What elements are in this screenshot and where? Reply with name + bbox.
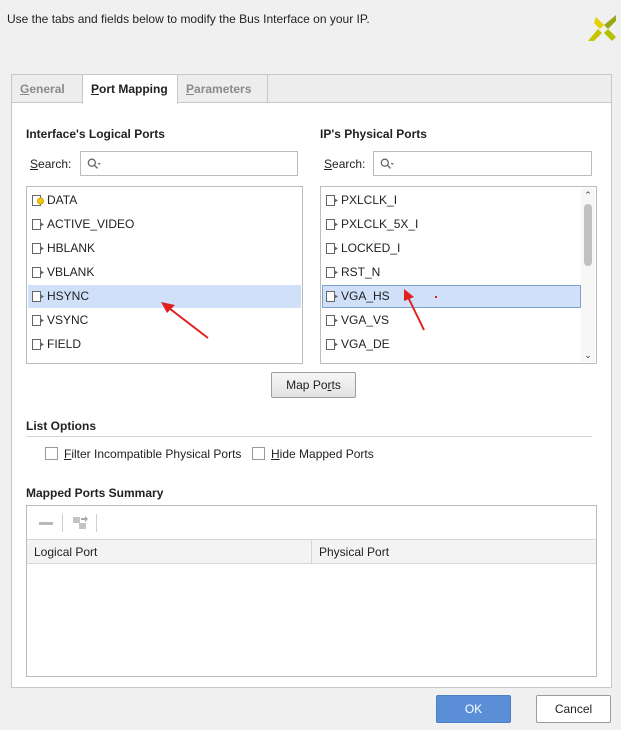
list-item[interactable]: VGA_DE	[323, 333, 578, 356]
list-item-label: ACTIVE_VIDEO	[47, 217, 135, 231]
search-icon	[87, 158, 101, 169]
list-item-label: HSYNC	[47, 289, 90, 303]
list-item[interactable]: PXLCLK_I	[323, 189, 578, 212]
column-header-logical[interactable]: Logical Port	[27, 540, 312, 564]
hide-label-text: ide Mapped Ports	[279, 447, 374, 461]
dialog-header: Use the tabs and fields below to modify …	[0, 0, 621, 56]
list-item-label: FIELD	[47, 337, 82, 351]
hide-mapped-label[interactable]: Hide Mapped Ports	[271, 447, 374, 461]
filter-incompatible-label[interactable]: Filter Incompatible Physical Ports	[64, 447, 241, 461]
tab-parameters-mnemonic: P	[186, 82, 195, 96]
tab-port-mapping[interactable]: Port Mapping	[82, 75, 178, 104]
ok-button[interactable]: OK	[436, 695, 511, 723]
physical-list-scrollbar[interactable]: ⌃ ⌄	[581, 188, 595, 362]
tab-port-mapping-label: ort Mapping	[99, 82, 168, 96]
tab-bar: General Port Mapping Parameters	[12, 75, 611, 104]
tab-panel: General Port Mapping Parameters Interfac…	[11, 74, 612, 688]
list-item[interactable]: VGA_VS	[323, 309, 578, 332]
list-item[interactable]: VBLANK	[29, 261, 300, 284]
list-item[interactable]: LOCKED_I	[323, 237, 578, 260]
hide-mapped-checkbox[interactable]	[252, 447, 265, 460]
list-item-label: DATA	[47, 193, 78, 207]
column-header-physical[interactable]: Physical Port	[312, 540, 596, 564]
physical-search-input[interactable]	[373, 151, 592, 176]
physical-search-label-text: earch:	[332, 157, 366, 171]
mapped-ports-table: Logical Port Physical Port	[26, 505, 597, 677]
toolbar-separator	[96, 514, 97, 532]
physical-search-mnemonic: S	[324, 157, 333, 171]
list-item[interactable]: VSYNC	[29, 309, 300, 332]
annotation-dot	[435, 296, 437, 298]
port-icon	[32, 315, 44, 326]
map-ports-button[interactable]: Map Ports	[271, 372, 356, 398]
list-options-title: List Options	[26, 419, 96, 433]
tab-parameters-label: arameters	[194, 82, 252, 96]
list-item-label: RST_N	[341, 265, 381, 279]
list-item-label: HBLANK	[47, 241, 96, 255]
tab-general-mnemonic: G	[20, 82, 30, 96]
list-item-label: VGA_HS	[341, 289, 390, 303]
list-item[interactable]: ACTIVE_VIDEO	[29, 213, 300, 236]
copy-mapping-icon[interactable]	[71, 515, 89, 531]
summary-toolbar	[27, 506, 596, 540]
port-icon	[326, 291, 338, 302]
port-icon	[326, 219, 338, 230]
list-item[interactable]: FIELD	[29, 333, 300, 356]
hide-mnemonic: H	[271, 447, 280, 461]
search-icon	[380, 158, 394, 169]
scroll-up-icon[interactable]: ⌃	[583, 190, 593, 200]
port-icon	[326, 243, 338, 254]
toolbar-separator	[62, 514, 63, 532]
tab-general-label: eneral	[29, 82, 65, 96]
list-item[interactable]: HBLANK	[29, 237, 300, 260]
port-icon	[326, 339, 338, 350]
filter-incompatible-checkbox[interactable]	[45, 447, 58, 460]
map-ports-label-pre: Map Po	[286, 378, 328, 392]
folder-port-icon	[32, 195, 45, 206]
list-item-label: VGA_VS	[341, 313, 390, 327]
list-item[interactable]: RST_N	[323, 261, 578, 284]
port-icon	[32, 291, 44, 302]
tab-parameters[interactable]: Parameters	[178, 75, 268, 103]
port-icon	[32, 339, 44, 350]
list-item-label: VBLANK	[47, 265, 95, 279]
logical-search-label: Search:	[30, 157, 71, 171]
physical-ports-list[interactable]: PXLCLK_I PXLCLK_5X_I LOCKED_I RST_N VGA_…	[320, 186, 597, 364]
list-item-label: LOCKED_I	[341, 241, 401, 255]
logical-search-label-text: earch:	[38, 157, 72, 171]
map-ports-label-post: ts	[331, 378, 341, 392]
cancel-button[interactable]: Cancel	[536, 695, 611, 723]
tab-general[interactable]: General	[12, 75, 82, 103]
logical-search-input[interactable]	[80, 151, 298, 176]
list-item-label: PXLCLK_I	[341, 193, 398, 207]
list-item[interactable]: PXLCLK_5X_I	[323, 213, 578, 236]
logical-ports-title: Interface's Logical Ports	[26, 127, 165, 141]
header-description: Use the tabs and fields below to modify …	[7, 12, 370, 26]
list-item[interactable]: DATA	[29, 189, 300, 212]
port-icon	[32, 243, 44, 254]
physical-search-label: Search:	[324, 157, 365, 171]
list-options-divider	[26, 436, 592, 437]
scroll-down-icon[interactable]: ⌄	[583, 350, 593, 360]
port-icon	[326, 195, 338, 206]
logical-ports-list[interactable]: DATA ACTIVE_VIDEO HBLANK VBLANK HSYNC VS…	[26, 186, 303, 364]
filter-label-text: ilter Incompatible Physical Ports	[71, 447, 242, 461]
physical-ports-title: IP's Physical Ports	[320, 127, 427, 141]
list-item-label: PXLCLK_5X_I	[341, 217, 419, 231]
list-item-label: VSYNC	[47, 313, 89, 327]
logical-search-mnemonic: S	[30, 157, 39, 171]
port-icon	[32, 267, 44, 278]
port-icon	[326, 315, 338, 326]
vivado-logo-icon	[588, 15, 616, 41]
list-item-selected[interactable]: VGA_HS	[322, 285, 581, 308]
port-icon	[326, 267, 338, 278]
port-icon	[32, 219, 44, 230]
mapped-summary-title: Mapped Ports Summary	[26, 486, 164, 500]
list-item-selected[interactable]: HSYNC	[28, 285, 301, 308]
remove-icon[interactable]	[37, 515, 55, 531]
list-item-label: VGA_DE	[341, 337, 390, 351]
scroll-thumb[interactable]	[584, 204, 592, 266]
tab-port-mapping-mnemonic: P	[91, 82, 100, 96]
